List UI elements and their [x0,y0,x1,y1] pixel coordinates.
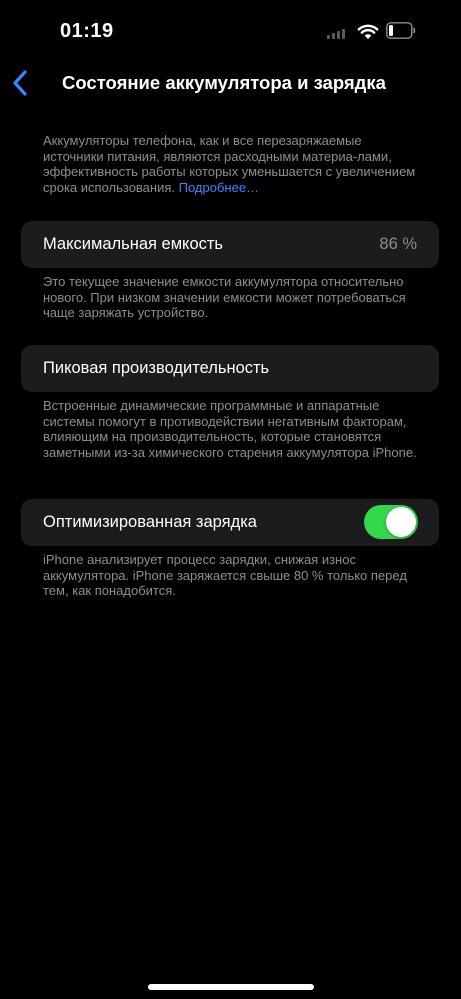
navigation-bar: Состояние аккумулятора и зарядка [0,60,461,106]
chevron-left-icon[interactable] [10,68,32,98]
optimized-charging-description: iPhone анализирует процесс зарядки, сниж… [43,552,407,598]
optimized-charging-toggle[interactable] [364,505,418,539]
max-capacity-row: Максимальная емкость 86 % [21,221,439,268]
toggle-knob [386,507,416,537]
peak-performance-label: Пиковая производительность [43,359,270,377]
peak-performance-description: Встроенные динамические программные и ап… [43,398,417,460]
status-bar: 01:19 [0,0,461,60]
wifi-icon [357,24,379,39]
optimized-charging-row: Оптимизированная зарядка [21,499,439,546]
max-capacity-description: Это текущее значение емкости аккумулятор… [43,274,406,320]
peak-performance-row: Пиковая производительность [21,345,439,392]
intro-description: Аккумуляторы телефона, как и все перезар… [43,133,423,195]
battery-low-icon [386,22,416,39]
max-capacity-label: Максимальная емкость [43,235,224,253]
page-title: Состояние аккумулятора и зарядка [62,72,386,93]
status-time: 01:19 [60,20,114,42]
max-capacity-value: 86 % [379,235,417,253]
learn-more-link[interactable]: Подробнее… [179,180,259,195]
optimized-charging-label: Оптимизированная зарядка [43,513,257,531]
home-indicator[interactable] [148,984,314,990]
cellular-signal-icon [327,29,345,39]
